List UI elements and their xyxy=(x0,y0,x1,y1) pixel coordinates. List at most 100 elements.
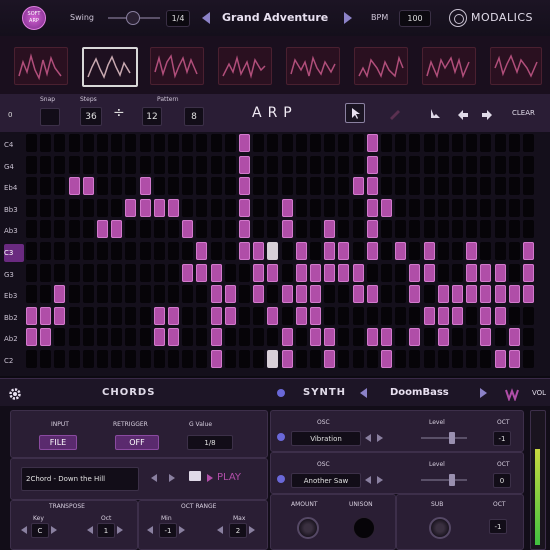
grid-step-cell[interactable] xyxy=(253,285,265,304)
grid-step-cell[interactable] xyxy=(295,242,307,260)
grid-step-cell[interactable] xyxy=(295,328,307,347)
grid-step-cell[interactable] xyxy=(366,285,378,304)
grid-step-cell[interactable] xyxy=(111,134,123,152)
grid-step-cell[interactable] xyxy=(54,242,66,260)
grid-step-cell[interactable] xyxy=(409,155,421,174)
grid-step-cell[interactable] xyxy=(153,198,165,217)
grid-step-cell[interactable] xyxy=(452,155,463,174)
grid-step-cell[interactable] xyxy=(324,198,336,217)
osc1-select[interactable]: Vibration xyxy=(291,431,361,446)
grid-step-cell[interactable] xyxy=(437,328,449,347)
grid-step-cell[interactable] xyxy=(409,220,421,239)
grid-step-cell[interactable] xyxy=(523,285,534,304)
grid-step-cell[interactable] xyxy=(494,242,506,260)
folder-icon[interactable] xyxy=(189,471,201,481)
grid-step-cell[interactable] xyxy=(125,242,137,260)
grid-step-cell[interactable] xyxy=(97,198,108,217)
grid-step-cell[interactable] xyxy=(324,177,336,196)
grid-step-cell[interactable] xyxy=(139,306,151,325)
shift-right-icon[interactable] xyxy=(481,106,493,120)
grid-step-cell[interactable] xyxy=(452,177,463,196)
grid-step-cell[interactable] xyxy=(523,134,534,152)
grid-step-cell[interactable] xyxy=(338,328,350,347)
grid-step-cell[interactable] xyxy=(224,263,236,282)
grid-step-cell[interactable] xyxy=(409,328,421,347)
grid-step-cell[interactable] xyxy=(508,285,520,304)
grid-step-cell[interactable] xyxy=(466,263,478,282)
grid-step-cell[interactable] xyxy=(40,155,52,174)
grid-step-cell[interactable] xyxy=(352,350,364,368)
grid-step-cell[interactable] xyxy=(97,177,108,196)
grid-step-cell[interactable] xyxy=(395,328,407,347)
grid-step-cell[interactable] xyxy=(54,134,66,152)
grid-step-cell[interactable] xyxy=(324,263,336,282)
grid-step-cell[interactable] xyxy=(196,306,208,325)
grid-step-cell[interactable] xyxy=(324,155,336,174)
grid-step-cell[interactable] xyxy=(494,198,506,217)
grid-step-cell[interactable] xyxy=(40,134,52,152)
grid-step-cell[interactable] xyxy=(381,306,392,325)
key-decrease-icon[interactable] xyxy=(21,526,27,534)
grid-step-cell[interactable] xyxy=(182,285,194,304)
grid-step-cell[interactable] xyxy=(508,350,520,368)
grid-step-cell[interactable] xyxy=(26,242,37,260)
grid-step-cell[interactable] xyxy=(352,134,364,152)
min-decrease-icon[interactable] xyxy=(147,526,153,534)
grid-step-cell[interactable] xyxy=(352,198,364,217)
grid-step-cell[interactable] xyxy=(224,350,236,368)
grid-step-cell[interactable] xyxy=(196,242,208,260)
grid-step-cell[interactable] xyxy=(153,306,165,325)
grid-step-cell[interactable] xyxy=(40,198,52,217)
grid-step-cell[interactable] xyxy=(281,177,293,196)
grid-step-cell[interactable] xyxy=(196,328,208,347)
grid-step-cell[interactable] xyxy=(423,306,435,325)
grid-step-cell[interactable] xyxy=(352,263,364,282)
grid-step-cell[interactable] xyxy=(523,242,534,260)
grid-step-cell[interactable] xyxy=(295,177,307,196)
grid-step-cell[interactable] xyxy=(338,155,350,174)
grid-step-cell[interactable] xyxy=(452,285,463,304)
prev-chord-file-icon[interactable] xyxy=(151,474,157,482)
grid-step-cell[interactable] xyxy=(281,134,293,152)
grid-step-cell[interactable] xyxy=(97,220,108,239)
pattern-thumbnail[interactable] xyxy=(422,47,476,85)
grid-step-cell[interactable] xyxy=(54,155,66,174)
grid-step-cell[interactable] xyxy=(26,306,37,325)
grid-step-cell[interactable] xyxy=(310,263,321,282)
grid-step-cell[interactable] xyxy=(97,134,108,152)
grid-step-cell[interactable] xyxy=(480,242,492,260)
grid-step-cell[interactable] xyxy=(423,242,435,260)
grid-step-cell[interactable] xyxy=(253,328,265,347)
grid-step-cell[interactable] xyxy=(224,134,236,152)
retrigger-toggle[interactable]: OFF xyxy=(115,435,159,450)
grid-step-cell[interactable] xyxy=(224,220,236,239)
grid-step-cell[interactable] xyxy=(267,155,279,174)
grid-step-cell[interactable] xyxy=(40,306,52,325)
grid-step-cell[interactable] xyxy=(310,220,321,239)
grid-step-cell[interactable] xyxy=(82,242,94,260)
grid-step-cell[interactable] xyxy=(310,242,321,260)
grid-step-cell[interactable] xyxy=(395,285,407,304)
grid-step-cell[interactable] xyxy=(423,155,435,174)
grid-step-cell[interactable] xyxy=(466,350,478,368)
grid-step-cell[interactable] xyxy=(168,198,179,217)
grid-step-cell[interactable] xyxy=(253,350,265,368)
grid-step-cell[interactable] xyxy=(40,242,52,260)
min-increase-icon[interactable] xyxy=(179,526,185,534)
grid-step-cell[interactable] xyxy=(26,220,37,239)
pattern-input-a[interactable]: 12 xyxy=(142,107,162,126)
grid-step-cell[interactable] xyxy=(409,285,421,304)
grid-step-cell[interactable] xyxy=(409,263,421,282)
grid-step-cell[interactable] xyxy=(253,198,265,217)
grid-step-cell[interactable] xyxy=(68,155,80,174)
grid-step-cell[interactable] xyxy=(224,306,236,325)
grid-step-cell[interactable] xyxy=(125,263,137,282)
grid-step-cell[interactable] xyxy=(381,285,392,304)
grid-step-cell[interactable] xyxy=(352,177,364,196)
grid-step-cell[interactable] xyxy=(452,350,463,368)
grid-step-cell[interactable] xyxy=(310,155,321,174)
grid-step-cell[interactable] xyxy=(125,350,137,368)
grid-step-cell[interactable] xyxy=(253,177,265,196)
osc2-oct-value[interactable]: 0 xyxy=(493,473,511,488)
grid-step-cell[interactable] xyxy=(168,263,179,282)
